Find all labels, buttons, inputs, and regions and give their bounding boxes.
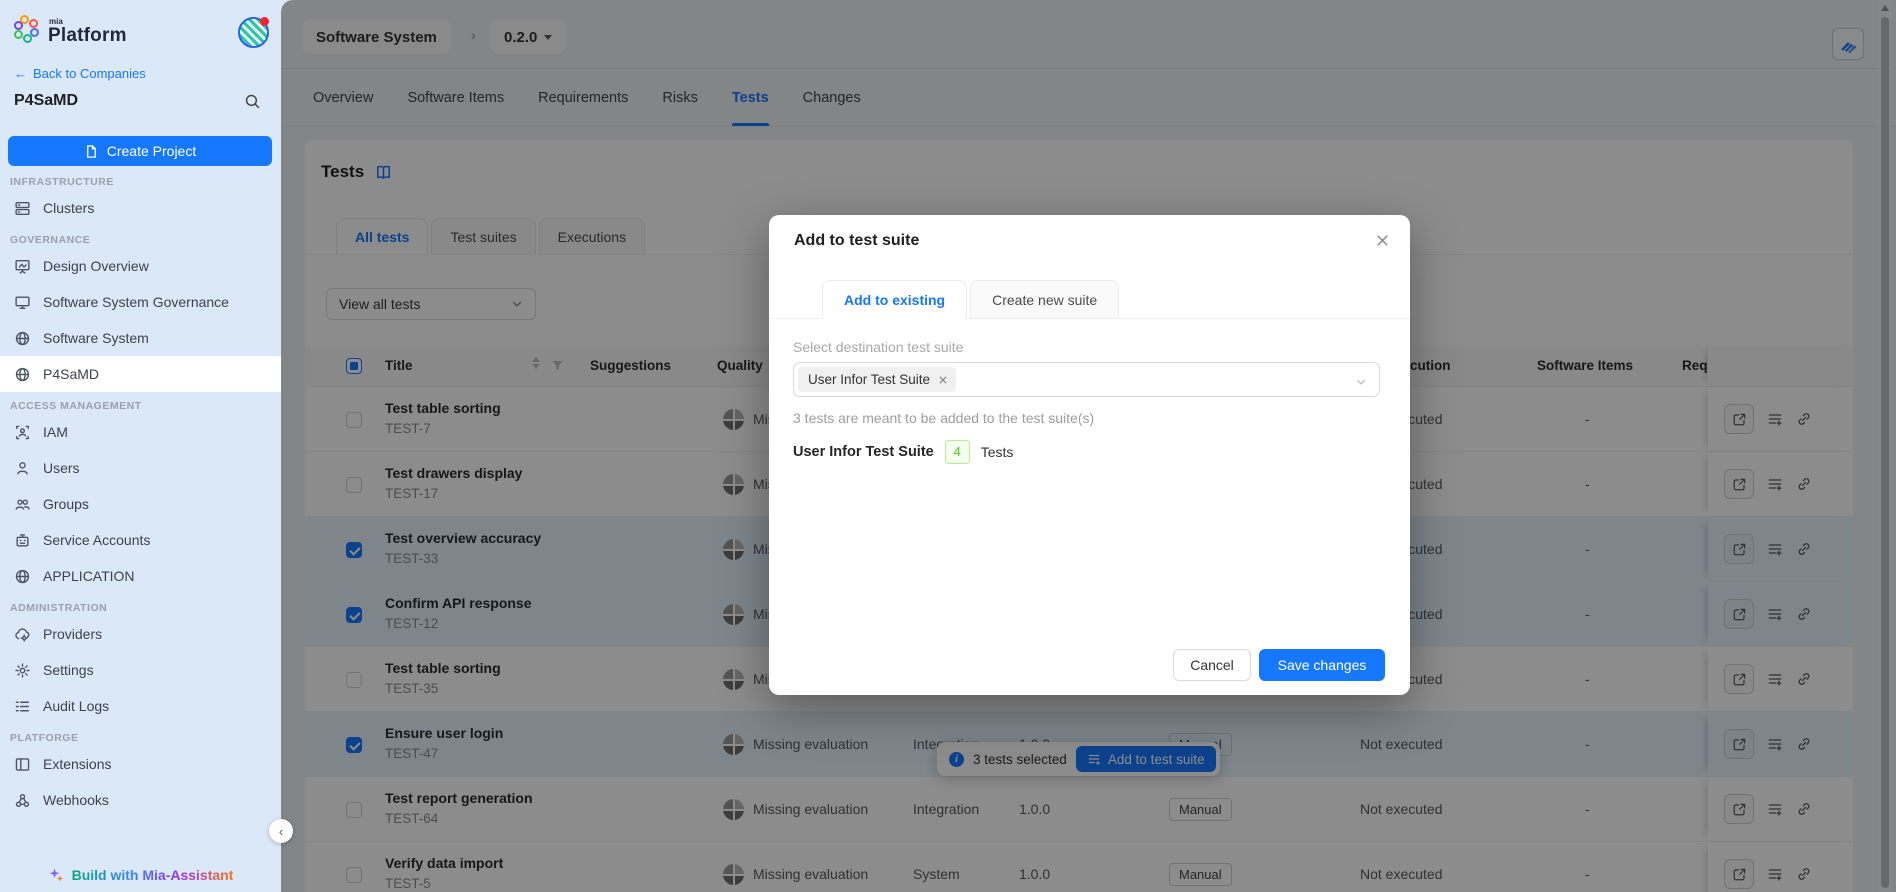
sidebar-item-service-accounts[interactable]: Service Accounts [0, 522, 281, 558]
mia-platform-logo: mia Platform [14, 15, 127, 45]
sidebar-item-design-overview[interactable]: Design Overview [0, 248, 281, 284]
brand-name: Platform [48, 25, 127, 46]
back-to-companies-link[interactable]: ← Back to Companies [14, 66, 146, 81]
sidebar-item-extensions[interactable]: Extensions [0, 746, 281, 782]
sparkles-icon [48, 867, 64, 883]
notification-dot [260, 17, 269, 26]
sidebar-item-label: Extensions [43, 756, 112, 772]
project-name: P4SaMD [14, 92, 79, 109]
sidebar-item-label: Providers [43, 626, 103, 642]
app-root: mia Platform ← Back to Companies P4SaMD … [0, 0, 1896, 892]
sidebar-section-governance: GOVERNANCE [10, 234, 91, 246]
sidebar-nav: INFRASTRUCTURE Clusters GOVERNANCE Design O… [0, 168, 281, 818]
sidebar-item-label: Audit Logs [43, 698, 110, 714]
sidebar-item-label: Design Overview [43, 258, 149, 274]
sidebar-item-audit-logs[interactable]: Audit Logs [0, 688, 281, 724]
back-arrow-icon: ← [14, 66, 27, 81]
monitor-icon [14, 294, 31, 311]
sidebar-item-label: Software System [43, 330, 149, 346]
suite-name: User Infor Test Suite [793, 444, 934, 460]
destination-select[interactable]: User Infor Test Suite [793, 362, 1380, 397]
user-icon [14, 460, 31, 477]
globe-icon [14, 568, 31, 585]
mia-assistant-link[interactable]: Build with Mia-Assistant [0, 860, 281, 890]
sidebar-item-providers[interactable]: Providers [0, 616, 281, 652]
user-avatar[interactable] [238, 17, 269, 48]
create-project-button[interactable]: Create Project [8, 136, 272, 166]
modal-info-text: 3 tests are meant to be added to the tes… [793, 410, 1095, 426]
sidebar: mia Platform ← Back to Companies P4SaMD … [0, 0, 281, 892]
add-to-suite-modal: Add to test suite Add to existing Create… [769, 215, 1410, 695]
sidebar-item-settings[interactable]: Settings [0, 652, 281, 688]
sidebar-item-label: Settings [43, 662, 94, 678]
sidebar-item-label: Clusters [43, 200, 95, 216]
iam-icon [14, 424, 31, 441]
extensions-icon [14, 756, 31, 773]
sidebar-item-label: Users [43, 460, 80, 476]
save-changes-button[interactable]: Save changes [1259, 649, 1385, 681]
chevron-down-icon [1355, 376, 1367, 388]
sidebar-item-label: Webhooks [43, 792, 109, 808]
modal-tabs: Add to existing Create new suite [822, 280, 1122, 319]
clusters-icon [14, 200, 31, 217]
webhook-icon [14, 792, 31, 809]
modal-title: Add to test suite [794, 232, 920, 249]
suite-test-count-badge: 4 [944, 440, 970, 464]
sidebar-item-label: Service Accounts [43, 532, 151, 548]
globe-icon [14, 366, 31, 383]
sidebar-item-label: IAM [43, 424, 68, 440]
tab-create-new-suite[interactable]: Create new suite [970, 280, 1120, 319]
sidebar-collapse-button[interactable]: ‹ [269, 819, 293, 843]
sidebar-item-p4samd[interactable]: P4SaMD [0, 356, 281, 392]
cloud-icon [14, 626, 31, 643]
sidebar-item-users[interactable]: Users [0, 450, 281, 486]
close-icon[interactable] [1375, 233, 1390, 248]
sidebar-section-administration: ADMINISTRATION [10, 602, 108, 614]
logo-hexagons-icon [14, 15, 41, 45]
gear-icon [14, 662, 31, 679]
tag-remove-icon[interactable] [938, 375, 948, 385]
sidebar-item-clusters[interactable]: Clusters [0, 190, 281, 226]
sidebar-item-label: P4SaMD [43, 366, 100, 382]
sidebar-item-software-system-governance[interactable]: Software System Governance [0, 284, 281, 320]
globe-icon [14, 330, 31, 347]
sidebar-item-application[interactable]: APPLICATION [0, 558, 281, 594]
cancel-button[interactable]: Cancel [1173, 649, 1251, 681]
document-icon [84, 144, 99, 159]
search-icon[interactable] [244, 93, 261, 110]
sidebar-item-webhooks[interactable]: Webhooks [0, 782, 281, 818]
sidebar-section-infrastructure: INFRASTRUCTURE [10, 176, 114, 188]
sidebar-item-software-system[interactable]: Software System [0, 320, 281, 356]
audit-icon [14, 698, 31, 715]
sidebar-item-label: APPLICATION [43, 568, 135, 584]
sidebar-item-label: Software System Governance [43, 294, 229, 310]
destination-label: Select destination test suite [793, 339, 964, 355]
sidebar-item-label: Groups [43, 496, 89, 512]
service-icon [14, 532, 31, 549]
project-header: P4SaMD [14, 92, 261, 110]
selected-suite-tag: User Infor Test Suite [798, 367, 957, 392]
suite-count-suffix: Tests [980, 444, 1014, 460]
group-icon [14, 496, 31, 513]
sidebar-item-groups[interactable]: Groups [0, 486, 281, 522]
sidebar-section-access-management: ACCESS MANAGEMENT [10, 400, 142, 412]
tab-add-to-existing[interactable]: Add to existing [822, 280, 968, 319]
suite-summary-row: User Infor Test Suite 4 Tests [793, 440, 1013, 464]
design-icon [14, 258, 31, 275]
sidebar-item-iam[interactable]: IAM [0, 414, 281, 450]
sidebar-section-platforge: PLATFORGE [10, 732, 79, 744]
